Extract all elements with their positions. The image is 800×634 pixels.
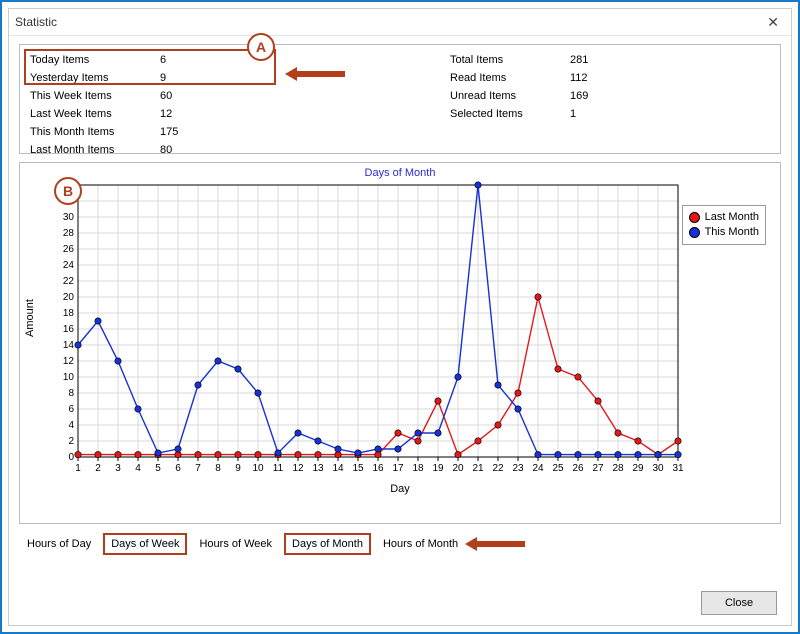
stat-label: Yesterday Items [30,71,160,86]
svg-text:18: 18 [63,308,75,319]
svg-text:17: 17 [392,463,404,474]
stat-value: 9 [160,71,240,86]
stat-value: 60 [160,89,240,104]
svg-text:21: 21 [472,463,484,474]
svg-text:32: 32 [63,196,75,207]
svg-text:31: 31 [672,463,684,474]
svg-text:7: 7 [195,463,201,474]
stat-value: 1 [570,107,650,122]
svg-text:28: 28 [612,463,624,474]
svg-text:11: 11 [273,463,284,474]
svg-text:34: 34 [63,181,75,191]
legend-marker-red [689,212,700,223]
svg-text:1: 1 [75,463,81,474]
svg-text:9: 9 [235,463,241,474]
chart-plot: 0246810121416182022242628303234123456789… [30,181,770,481]
legend-label: This Month [705,225,759,240]
close-button[interactable]: Close [701,591,777,615]
stat-label: Unread Items [450,89,570,104]
stat-value: 80 [160,143,240,158]
svg-text:6: 6 [68,404,74,415]
arrow-tabs [465,537,525,551]
close-icon[interactable]: ✕ [761,14,785,31]
svg-text:24: 24 [532,463,544,474]
stat-label: This Month Items [30,125,160,140]
stat-value: 6 [160,53,240,68]
svg-text:26: 26 [572,463,584,474]
svg-text:14: 14 [332,463,344,474]
svg-text:6: 6 [175,463,181,474]
stat-label: Selected Items [450,107,570,122]
svg-text:15: 15 [352,463,364,474]
svg-text:0: 0 [68,452,74,463]
svg-text:19: 19 [432,463,444,474]
chart-title: Days of Month [20,167,780,179]
svg-text:10: 10 [63,372,75,383]
svg-text:24: 24 [63,260,75,271]
svg-text:26: 26 [63,244,75,255]
svg-text:2: 2 [95,463,101,474]
svg-text:2: 2 [68,436,74,447]
svg-text:20: 20 [63,292,75,303]
stats-panel: Today Items Yesterday Items This Week It… [19,44,781,154]
chart-xlabel: Day [20,483,780,495]
chart-panel: B Days of Month Amount 02468101214161820… [19,162,781,524]
chart-legend: Last Month This Month [682,205,766,245]
stat-value: 112 [570,71,650,86]
stat-label: Last Week Items [30,107,160,122]
svg-text:23: 23 [512,463,524,474]
svg-text:13: 13 [312,463,324,474]
svg-text:4: 4 [68,420,74,431]
svg-text:18: 18 [412,463,424,474]
stat-value: 12 [160,107,240,122]
stat-label: Total Items [450,53,570,68]
svg-text:12: 12 [292,463,304,474]
title-bar: Statistic ✕ [9,9,791,36]
tab-hours-of-day[interactable]: Hours of Day [19,533,99,555]
chart-tabs: Hours of Day Days of Week Hours of Week … [19,532,781,556]
svg-text:14: 14 [63,340,75,351]
window-title: Statistic [15,15,57,29]
svg-text:10: 10 [252,463,264,474]
svg-text:4: 4 [135,463,141,474]
svg-text:8: 8 [68,388,74,399]
svg-text:30: 30 [63,212,75,223]
svg-text:30: 30 [652,463,664,474]
svg-text:16: 16 [63,324,75,335]
stat-label: Last Month Items [30,143,160,158]
stat-value: 169 [570,89,650,104]
svg-text:28: 28 [63,228,75,239]
svg-text:3: 3 [115,463,121,474]
svg-text:20: 20 [452,463,464,474]
svg-text:12: 12 [63,356,75,367]
stat-value: 281 [570,53,650,68]
tab-hours-of-month[interactable]: Hours of Month [375,533,466,555]
legend-marker-blue [689,227,700,238]
stat-value: 175 [160,125,240,140]
svg-text:22: 22 [492,463,504,474]
stat-label: Read Items [450,71,570,86]
tab-hours-of-week[interactable]: Hours of Week [191,533,280,555]
svg-text:16: 16 [372,463,384,474]
stat-label: This Week Items [30,89,160,104]
svg-text:25: 25 [552,463,564,474]
stat-label: Today Items [30,53,160,68]
legend-label: Last Month [705,210,759,225]
svg-text:29: 29 [632,463,644,474]
svg-text:22: 22 [63,276,75,287]
svg-text:27: 27 [592,463,604,474]
tab-days-of-month[interactable]: Days of Month [284,533,371,555]
tab-days-of-week[interactable]: Days of Week [103,533,187,555]
svg-text:5: 5 [155,463,161,474]
svg-text:8: 8 [215,463,221,474]
